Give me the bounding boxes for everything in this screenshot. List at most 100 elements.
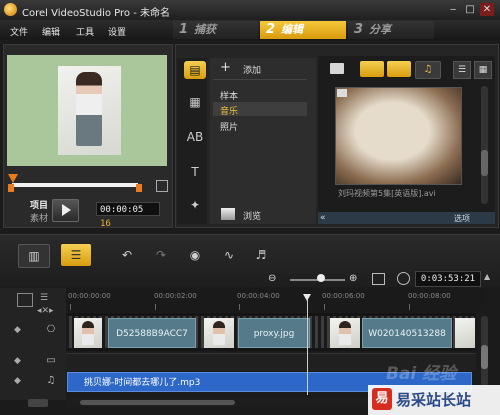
collapse-library-icon[interactable]: « xyxy=(320,213,326,223)
timecode-main: 00:00:05 xyxy=(100,205,144,215)
options-button[interactable]: 选项 xyxy=(454,213,470,224)
title-tab-icon[interactable]: AB xyxy=(184,128,206,146)
step-number: 2 xyxy=(266,22,276,37)
scrubber-bar[interactable] xyxy=(12,183,138,187)
minimize-button[interactable]: ‒ xyxy=(446,3,460,16)
audio-mixer-icon[interactable]: ∿ xyxy=(214,244,244,266)
split-clip-icon[interactable] xyxy=(156,180,168,192)
playhead-line xyxy=(307,300,308,395)
scroll-up-icon[interactable]: ▲ xyxy=(484,272,490,281)
add-marker-icon[interactable]: ◂✕▸ xyxy=(37,306,57,318)
window-title: Corel VideoStudio Pro - 未命名 xyxy=(22,8,170,19)
music-track-icon[interactable]: ♫ xyxy=(42,375,60,389)
menu-settings[interactable]: 设置 xyxy=(108,25,126,38)
transition-tab-icon[interactable]: ▦ xyxy=(184,93,206,111)
divider xyxy=(213,79,307,80)
preview-timecode[interactable]: 00:00:05 16 xyxy=(96,202,160,229)
person-figure xyxy=(76,72,102,146)
video-clip[interactable]: D52588B9ACC7 xyxy=(108,318,196,348)
timeline-duration: 0:03:53:21 xyxy=(415,271,481,287)
clip-face-image xyxy=(213,321,225,345)
watermark-text: 易采站长站 xyxy=(396,391,472,409)
show-photos-button[interactable] xyxy=(387,61,411,77)
menu-edit[interactable]: 编辑 xyxy=(42,25,60,38)
watermark-logo: 易 xyxy=(372,388,392,410)
folder-icon[interactable] xyxy=(330,63,344,74)
ruler-tick xyxy=(155,304,156,310)
library-category-list xyxy=(210,58,316,224)
thumbnail-caption: 刘玛视频第5集[英语版].avi xyxy=(338,189,436,198)
step-number: 3 xyxy=(354,22,364,37)
playhead-handle[interactable] xyxy=(303,294,311,301)
ruler-label: 00:00:00:00 xyxy=(68,292,111,300)
ruler-label: 00:00:06:00 xyxy=(322,292,365,300)
video-badge-icon xyxy=(337,89,347,97)
project-mode-label[interactable]: 项目 xyxy=(30,198,48,211)
menu-file[interactable]: 文件 xyxy=(10,25,28,38)
overlay-track-icon[interactable]: ▭ xyxy=(42,355,60,369)
step-label: 分享 xyxy=(369,23,392,36)
clip-thumbnail[interactable] xyxy=(455,318,475,348)
media-thumbnail[interactable] xyxy=(335,87,462,185)
auto-music-icon[interactable]: ♬ xyxy=(246,244,276,266)
menu-tools[interactable]: 工具 xyxy=(76,25,94,38)
fit-project-icon[interactable] xyxy=(372,273,385,285)
close-button[interactable]: ✕ xyxy=(480,3,494,16)
overlay-visibility-icon[interactable]: ◆ xyxy=(14,356,34,368)
timeline-view-button[interactable]: ☰ xyxy=(61,244,91,266)
category-music[interactable]: 音乐 xyxy=(220,104,238,117)
trim-end-marker[interactable] xyxy=(136,184,142,192)
timeline-options-icon[interactable] xyxy=(28,399,48,407)
ruler-tick xyxy=(324,304,325,310)
library-scroll-thumb[interactable] xyxy=(481,150,488,176)
add-icon[interactable]: + xyxy=(220,60,231,75)
step-number: 1 xyxy=(179,22,189,37)
music-visibility-icon[interactable]: ◆ xyxy=(14,376,34,388)
library-scrollbar[interactable] xyxy=(481,86,488,204)
zoom-out-icon[interactable]: ⊖ xyxy=(268,273,276,284)
duration-clock-icon xyxy=(397,272,410,285)
zoom-in-icon[interactable]: ⊕ xyxy=(349,273,357,284)
record-capture-icon[interactable]: ◉ xyxy=(180,244,210,266)
filter-tab-icon[interactable]: ✦ xyxy=(184,196,206,214)
show-videos-button[interactable] xyxy=(360,61,384,77)
storyboard-view-button[interactable]: ▥ xyxy=(18,244,50,268)
lock-track-icon[interactable]: ◆ xyxy=(14,325,34,337)
media-tab-icon[interactable]: ▤ xyxy=(184,61,206,79)
ruler-tick xyxy=(239,304,240,310)
scrubber-handle[interactable] xyxy=(8,174,18,183)
list-view-icon[interactable]: ☰ xyxy=(453,61,471,79)
category-samples[interactable]: 样本 xyxy=(220,89,238,102)
ruler-label: 00:00:04:00 xyxy=(237,292,280,300)
text-tab-icon[interactable]: T xyxy=(184,163,206,181)
video-track-icon[interactable]: ⎔ xyxy=(42,324,60,338)
step-edit-tab[interactable]: 2 编辑 xyxy=(260,21,346,39)
redo-icon[interactable]: ↷ xyxy=(146,244,176,266)
browse-icon xyxy=(221,208,235,220)
step-capture-tab[interactable]: 1 捕获 xyxy=(173,21,258,39)
ruler-label: 00:00:02:00 xyxy=(154,292,197,300)
add-folder-button[interactable]: 添加 xyxy=(243,63,261,76)
ruler-label: 00:00:08:00 xyxy=(408,292,451,300)
clip-mode-label[interactable]: 素材 xyxy=(30,211,48,224)
ruler-tick xyxy=(70,304,71,310)
step-label: 编辑 xyxy=(281,23,304,36)
chapter-list-icon[interactable]: ☰ xyxy=(40,293,60,305)
horizontal-scroll-thumb[interactable] xyxy=(80,400,235,405)
step-share-tab[interactable]: 3 分享 xyxy=(348,21,434,39)
category-photos[interactable]: 照片 xyxy=(220,120,238,133)
maximize-button[interactable]: □ xyxy=(463,3,477,16)
zoom-slider-knob[interactable] xyxy=(317,274,325,282)
video-clip[interactable]: W020140513288 xyxy=(362,318,452,348)
photo-clip[interactable]: proxy.jpg xyxy=(238,318,310,348)
thumbnail-view-icon[interactable]: ▦ xyxy=(474,61,492,79)
browse-button[interactable]: 浏览 xyxy=(243,209,261,222)
show-audio-button[interactable]: ♫ xyxy=(415,61,441,79)
step-label: 捕获 xyxy=(194,23,217,36)
track-manager-icon[interactable] xyxy=(17,293,33,307)
timecode-frame: 16 xyxy=(100,219,111,229)
undo-icon[interactable]: ↶ xyxy=(112,244,142,266)
trim-start-marker[interactable] xyxy=(8,184,14,192)
app-logo-icon xyxy=(4,3,17,16)
timeline-scroll-thumb[interactable] xyxy=(481,345,488,369)
